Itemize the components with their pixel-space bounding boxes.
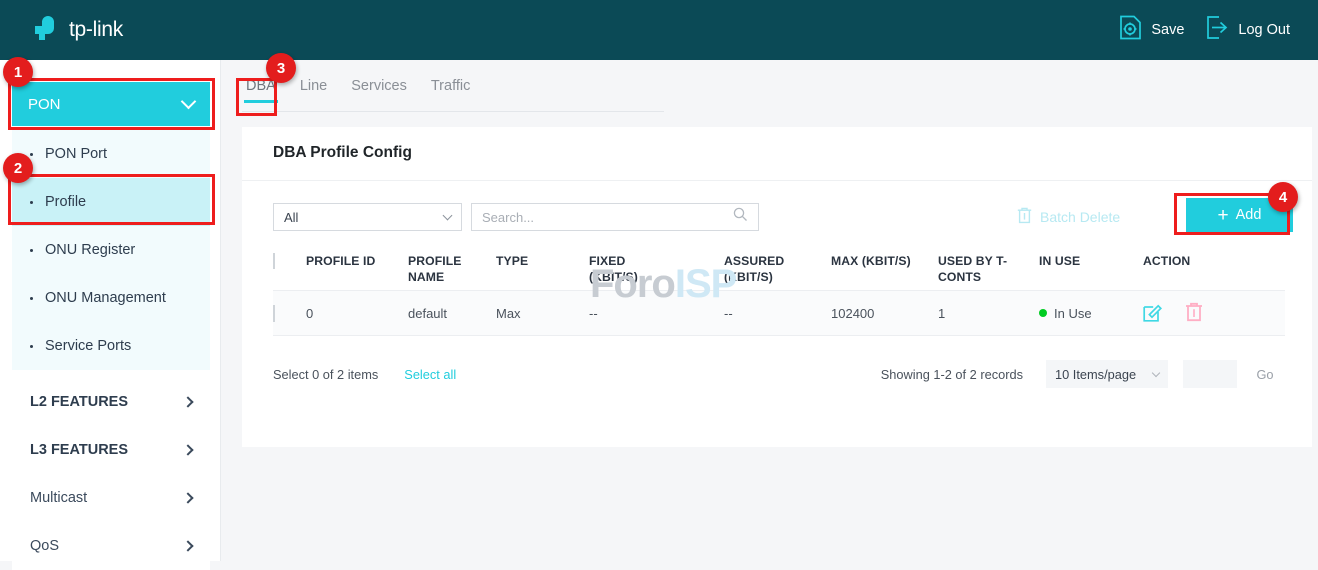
search-icon[interactable]: [733, 207, 748, 227]
selected-count: Select 0 of 2 items: [273, 367, 378, 382]
filter-select[interactable]: All: [273, 203, 462, 231]
cell-actions: [1143, 302, 1263, 325]
sidebar-item-service-ports[interactable]: Service Ports: [12, 322, 210, 370]
tab-line[interactable]: Line: [288, 78, 339, 103]
column-header-assured: ASSURED(KBIT/S): [724, 253, 831, 286]
annotation-badge-1: 1: [3, 57, 33, 87]
column-header-used-by-tconts: USED BY T-CONTS: [938, 253, 1039, 286]
cell-profile-name: default: [408, 306, 496, 321]
cell-used-by-tconts: 1: [938, 306, 1039, 321]
column-header-in-use: IN USE: [1039, 253, 1143, 269]
tp-link-logo-icon: [32, 16, 62, 44]
cell-max: 102400: [831, 306, 938, 321]
column-header-profile-name: PROFILENAME: [408, 253, 496, 286]
column-header-max: MAX (KBIT/S): [831, 253, 938, 269]
table-row[interactable]: 0 default Max -- -- 102400 1 In Use: [273, 291, 1285, 336]
save-button[interactable]: Save: [1119, 15, 1184, 45]
go-button[interactable]: Go: [1245, 360, 1285, 388]
tab-traffic[interactable]: Traffic: [419, 78, 482, 103]
bullet-icon: [30, 345, 33, 348]
trash-icon: [1017, 207, 1032, 227]
sidebar-item-label: PON Port: [45, 146, 107, 162]
annotation-badge-2: 2: [3, 153, 33, 183]
panel-divider: [242, 180, 1312, 181]
sidebar-item-label: Service Ports: [45, 338, 131, 354]
chevron-right-icon: [182, 396, 193, 407]
chevron-down-icon: [1152, 368, 1160, 376]
bullet-icon: [30, 153, 33, 156]
top-actions: Save Log Out: [1119, 15, 1290, 45]
tab-services[interactable]: Services: [339, 78, 419, 103]
table-footer: Select 0 of 2 items Select all Showing 1…: [273, 359, 1285, 389]
status-badge: In Use: [1039, 306, 1143, 321]
sidebar-item-pon-port[interactable]: PON Port: [12, 130, 210, 178]
annotation-badge-4: 4: [1268, 182, 1298, 212]
dba-profile-table: PROFILE ID PROFILENAME TYPE FIXED(KBIT/S…: [273, 247, 1285, 336]
logout-label: Log Out: [1238, 22, 1290, 38]
table-header-row: PROFILE ID PROFILENAME TYPE FIXED(KBIT/S…: [273, 247, 1285, 291]
brand-logo[interactable]: tp-link: [32, 16, 123, 44]
cell-type: Max: [496, 306, 589, 321]
sidebar-group-l3-features[interactable]: L3 FEATURES: [12, 426, 210, 474]
page-title: DBA Profile Config: [273, 144, 412, 162]
sidebar-submenu: PON Port Profile ONU Register ONU Manage…: [12, 130, 210, 370]
bullet-icon: [30, 297, 33, 300]
page-number-input[interactable]: [1183, 360, 1237, 388]
row-checkbox-cell: [273, 306, 306, 321]
column-header-profile-id: PROFILE ID: [306, 253, 408, 269]
cell-fixed: --: [589, 306, 724, 321]
top-header-bar: tp-link Save: [0, 0, 1318, 60]
save-gear-document-icon: [1119, 15, 1142, 45]
sidebar-group-multicast[interactable]: Multicast: [12, 474, 210, 522]
page-size-select[interactable]: 10 Items/page: [1046, 360, 1168, 388]
dba-profile-panel: DBA Profile Config All Batch Delete + Ad…: [242, 127, 1312, 447]
search-box[interactable]: [471, 203, 759, 231]
annotation-badge-3: 3: [266, 53, 296, 83]
records-summary: Showing 1-2 of 2 records: [881, 367, 1023, 382]
cell-profile-id: 0: [306, 306, 408, 321]
sidebar-item-onu-management[interactable]: ONU Management: [12, 274, 210, 322]
logout-arrow-icon: [1206, 15, 1229, 45]
sidebar-item-label: ONU Register: [45, 242, 135, 258]
annotation-box-3: [236, 78, 277, 116]
trash-icon[interactable]: [1185, 302, 1203, 325]
edit-pencil-icon[interactable]: [1143, 302, 1163, 325]
select-all-checkbox[interactable]: [273, 253, 275, 269]
sidebar-group-label: L3 FEATURES: [30, 442, 128, 458]
sidebar-group-label: QoS: [30, 538, 59, 554]
annotation-box-1: [8, 78, 215, 130]
sidebar-item-onu-register[interactable]: ONU Register: [12, 226, 210, 274]
sidebar-group-qos[interactable]: QoS: [12, 522, 210, 570]
logout-button[interactable]: Log Out: [1206, 15, 1290, 45]
cell-assured: --: [724, 306, 831, 321]
sidebar-group-label: L2 FEATURES: [30, 394, 128, 410]
column-header-fixed: FIXED(KBIT/S): [589, 253, 724, 286]
batch-delete-label: Batch Delete: [1040, 209, 1120, 225]
save-label: Save: [1151, 22, 1184, 38]
bullet-icon: [30, 249, 33, 252]
page-size-value: 10 Items/page: [1055, 367, 1136, 382]
sidebar-group-l2-features[interactable]: L2 FEATURES: [12, 378, 210, 426]
chevron-right-icon: [182, 444, 193, 455]
column-header-action: ACTION: [1143, 253, 1263, 269]
row-checkbox[interactable]: [273, 305, 275, 322]
sidebar-group-label: Multicast: [30, 490, 87, 506]
chevron-right-icon: [182, 540, 193, 551]
filter-select-value: All: [284, 210, 298, 225]
annotation-box-2: [8, 174, 215, 225]
select-all-link[interactable]: Select all: [404, 367, 456, 382]
chevron-right-icon: [182, 492, 193, 503]
batch-delete-button[interactable]: Batch Delete: [1017, 203, 1120, 231]
brand-name: tp-link: [69, 18, 123, 42]
column-header-type: TYPE: [496, 253, 589, 269]
sidebar-item-label: ONU Management: [45, 290, 166, 306]
search-input[interactable]: [482, 210, 733, 225]
chevron-down-icon: [443, 210, 453, 220]
status-label: In Use: [1054, 306, 1092, 321]
sidebar: PON PON Port Profile ONU Register ONU Ma…: [0, 60, 221, 561]
select-all-checkbox-cell: [273, 253, 306, 269]
tab-bar: DBA Line Services Traffic: [242, 78, 662, 112]
status-dot-icon: [1039, 309, 1047, 317]
